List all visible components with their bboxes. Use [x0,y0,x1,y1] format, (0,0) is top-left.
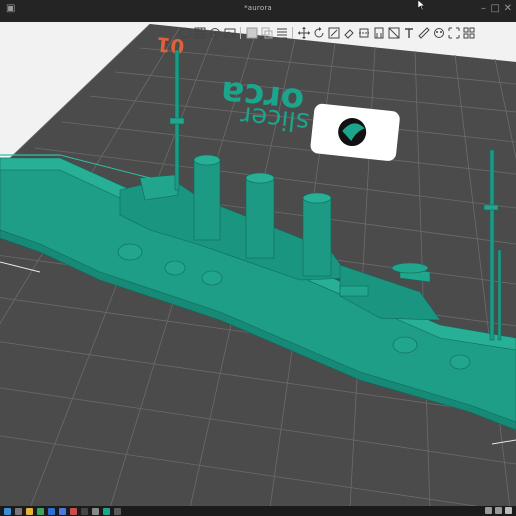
seam-paint-icon[interactable] [387,27,400,40]
grid-icon[interactable] [193,27,206,40]
system-tray [485,507,512,514]
picture-icon[interactable] [223,27,236,40]
support-paint-icon[interactable] [372,27,385,40]
close-icon[interactable]: ✕ [504,3,512,14]
explorer-icon[interactable] [26,507,33,515]
store-icon[interactable] [59,507,66,515]
orca-icon[interactable] [103,507,110,515]
settings-icon[interactable] [92,507,99,515]
calc-icon[interactable] [114,507,121,515]
scale-icon[interactable] [327,27,340,40]
start-icon[interactable] [4,507,11,515]
copy-icon[interactable] [260,27,273,40]
maximize-icon[interactable]: □ [491,3,500,14]
mail-icon[interactable] [48,507,55,515]
assembly-icon[interactable] [447,27,460,40]
rotate-icon[interactable] [312,27,325,40]
text-icon[interactable] [402,27,415,40]
color-paint-icon[interactable] [432,27,445,40]
orient-icon[interactable] [208,27,221,40]
minimize-icon[interactable]: – [481,3,486,14]
volume-icon[interactable] [495,507,502,514]
cube-add-icon[interactable] [178,27,191,40]
window-titlebar: ▣ *aurora – □ ✕ [0,0,516,23]
browser-icon[interactable] [37,507,44,515]
app-icon[interactable] [70,507,77,515]
toolbar [178,24,516,42]
move-icon[interactable] [297,27,310,40]
eraser-icon[interactable] [342,27,355,40]
grid-view-icon[interactable] [462,27,475,40]
network-icon[interactable] [485,507,492,514]
list-icon[interactable] [275,27,288,40]
3d-viewport[interactable]: 01 orca slicer [0,22,516,508]
window-title: *aurora [244,4,272,12]
clock-icon[interactable] [505,507,512,514]
taskbar [0,506,516,516]
orca-logo [310,103,400,161]
terminal-icon[interactable] [81,507,88,515]
layers-icon[interactable] [245,27,258,40]
mouse-cursor-icon [418,0,426,10]
cut-icon[interactable] [357,27,370,40]
measure-icon[interactable] [417,27,430,40]
search-icon[interactable] [15,507,22,515]
